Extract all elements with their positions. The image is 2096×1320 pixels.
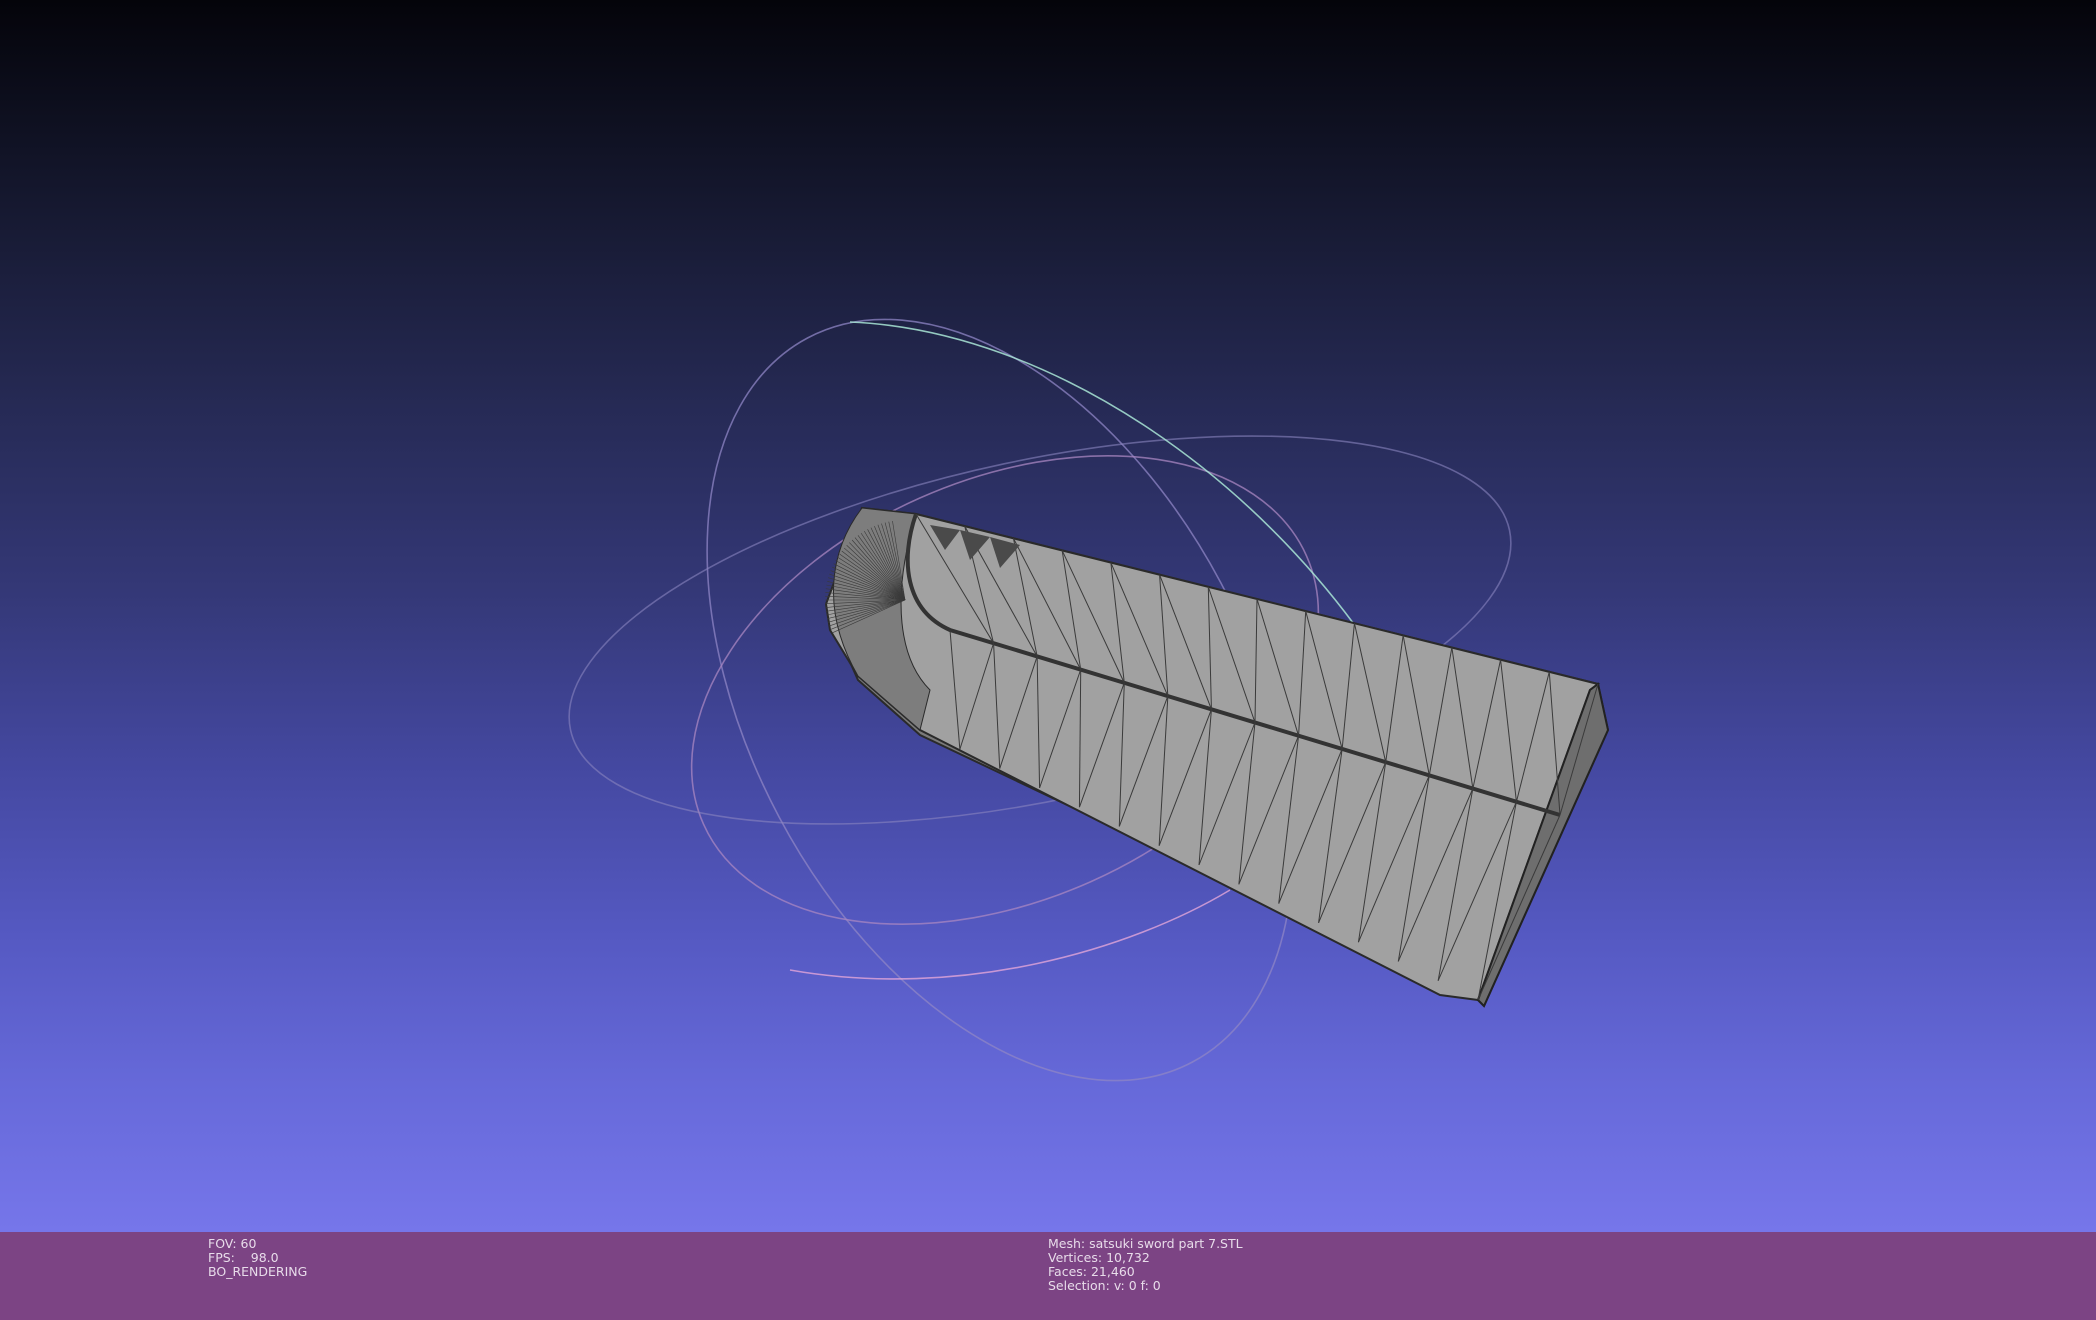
fov-value: 60 <box>240 1236 257 1251</box>
mesh-top-face <box>824 506 1601 1002</box>
vertices-value: 10,732 <box>1106 1250 1150 1265</box>
render-mode: BO_RENDERING <box>208 1264 308 1279</box>
selection-readout: Selection: v: 0 f: 0 <box>1048 1278 1161 1293</box>
trackball-pink-arc <box>789 889 1231 980</box>
fps-readout: FPS: 98.0 <box>208 1250 279 1265</box>
mesh-name: satsuki sword part 7.STL <box>1089 1236 1243 1251</box>
faces-value: 21,460 <box>1090 1264 1135 1279</box>
render-info-block: FOV: 60 FPS: 98.0 BO_RENDERING <box>208 1237 307 1279</box>
faces-readout: Faces: 21,460 <box>1048 1264 1135 1279</box>
fps-value: 98.0 <box>250 1250 279 1265</box>
mesh-model[interactable] <box>824 506 1610 1008</box>
mesh-name-readout: Mesh: satsuki sword part 7.STL <box>1048 1236 1243 1251</box>
selection-value: v: 0 f: 0 <box>1113 1278 1161 1293</box>
mesh-info-block: Mesh: satsuki sword part 7.STL Vertices:… <box>1048 1237 1243 1293</box>
vertices-readout: Vertices: 10,732 <box>1048 1250 1150 1265</box>
fov-readout: FOV: 60 <box>208 1236 257 1251</box>
3d-viewport[interactable] <box>0 0 2096 1232</box>
scene-canvas[interactable] <box>0 0 2096 1232</box>
status-info-bar: FOV: 60 FPS: 98.0 BO_RENDERING Mesh: sat… <box>0 1232 2096 1320</box>
